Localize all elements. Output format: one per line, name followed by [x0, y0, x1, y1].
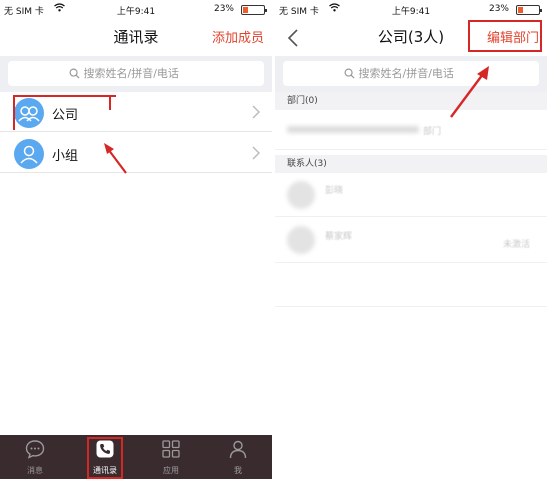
annotation-highlight-edge [13, 95, 15, 130]
departments-header: 部门(0) [275, 92, 547, 110]
battery-icon [516, 5, 542, 15]
contact-name: 彭晓 [325, 186, 344, 196]
company-screen: 无 SIM 卡 上午9:41 23% 公司(3人) 编辑部门 部门(0) 部门 … [275, 0, 547, 479]
contacts-screen: 无 SIM 卡 上午9:41 23% 通讯录 添加成员 搜索姓名/拼音/电话 公… [0, 0, 272, 479]
status-bar: 无 SIM 卡 上午9:41 23% [275, 0, 547, 20]
search-icon [69, 68, 80, 79]
annotation-highlight-edge [109, 95, 111, 110]
person-icon [229, 440, 247, 459]
annotation-tab-highlight [87, 437, 123, 479]
battery-percent: 23% [213, 4, 234, 14]
annotation-arrow-icon [104, 143, 127, 174]
contact-avatar [287, 226, 315, 254]
search-field[interactable] [283, 61, 539, 86]
search-field[interactable] [8, 61, 264, 86]
contact-row[interactable]: 彭晓 [275, 173, 547, 217]
department-row-suffix: 部门 [423, 127, 442, 137]
add-member-button[interactable]: 添加成员 [212, 27, 264, 46]
search-bar [0, 56, 272, 92]
search-bar [275, 56, 547, 92]
tab-messages[interactable]: 消息 [1, 435, 69, 479]
contact-name: 蔡家辉 [325, 232, 353, 242]
tab-label: 应用 [163, 466, 179, 475]
battery-icon [241, 5, 267, 15]
nav-bar: 通讯录 添加成员 [0, 20, 272, 56]
contact-row[interactable] [275, 263, 547, 307]
annotation-arrow-icon [450, 66, 489, 118]
tab-bar: 消息 通讯录 应用 我 [0, 435, 272, 479]
chat-bubble-icon [25, 440, 45, 459]
contact-avatar [287, 181, 315, 209]
department-row[interactable]: 部门 [275, 110, 547, 150]
redacted-department-name [287, 126, 419, 133]
tab-label: 消息 [27, 466, 43, 475]
status-bar: 无 SIM 卡 上午9:41 23% [0, 0, 272, 20]
search-icon [344, 68, 355, 79]
group-people-icon [14, 139, 44, 169]
search-input[interactable] [83, 67, 204, 80]
list-item-group[interactable]: 小组 [0, 133, 272, 173]
chevron-right-icon [252, 105, 260, 119]
tab-me[interactable]: 我 [204, 435, 272, 479]
annotation-highlight-box [468, 20, 542, 52]
contacts-header: 联系人(3) [275, 155, 547, 173]
contact-row[interactable]: 蔡家辉 未激活 [275, 217, 547, 263]
list-item-label: 小组 [52, 149, 79, 164]
chevron-right-icon [252, 146, 260, 160]
tab-label: 我 [234, 466, 242, 475]
tab-apps[interactable]: 应用 [137, 435, 205, 479]
battery-percent: 23% [488, 4, 509, 14]
annotation-highlight-box [13, 95, 116, 130]
contact-status: 未激活 [503, 240, 531, 250]
grid-icon [162, 440, 180, 458]
